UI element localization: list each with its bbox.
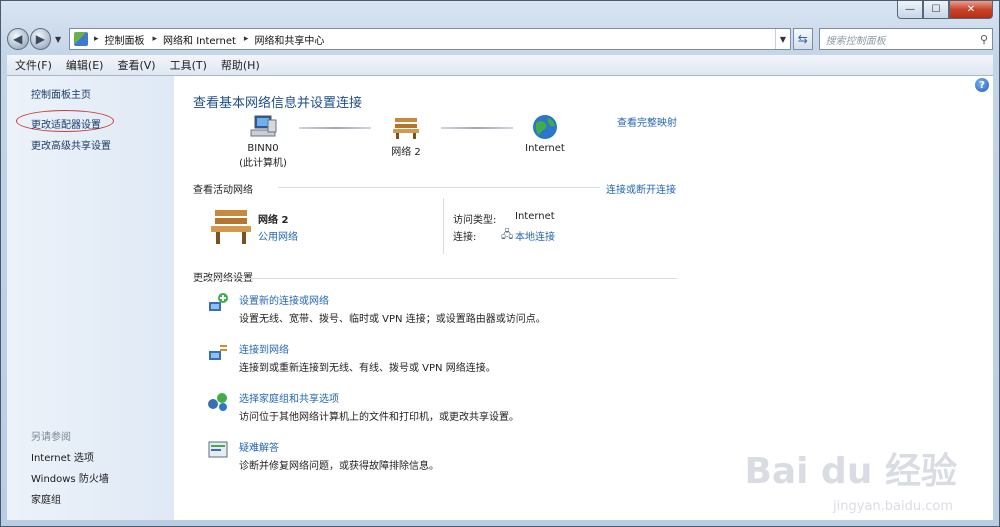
task-title[interactable]: 连接到网络 [239,341,289,356]
computer-icon [250,115,277,137]
chevron-right-icon[interactable]: ▸ [94,34,99,44]
task-title[interactable]: 选择家庭组和共享选项 [239,390,339,405]
task-description: 设置无线、宽带、拨号、临时或 VPN 连接；或设置路由器或访问点。 [239,314,546,325]
task-sidebar: 控制面板主页 更改适配器设置 更改高级共享设置 另请参阅 Internet 选项… [7,76,174,520]
divider [278,187,600,188]
back-button[interactable]: ◀ [7,28,29,50]
menu-view[interactable]: 查看(V) [117,57,155,73]
search-input[interactable]: 搜索控制面板 ⚲ [818,28,993,50]
menu-edit[interactable]: 编辑(E) [66,57,104,73]
troubleshoot-icon [208,441,228,458]
map-node-internet[interactable]: Internet [521,114,569,154]
internet-label: Internet [525,143,565,154]
map-link-line [299,127,371,129]
caption-buttons: — ☐ ✕ [897,1,993,19]
sidebar-link-advanced-sharing[interactable]: 更改高级共享设置 [31,137,111,152]
connect-network-icon [209,345,227,360]
content-area: 控制面板主页 更改适配器设置 更改高级共享设置 另请参阅 Internet 选项… [7,76,993,520]
refresh-icon: ⇆ [797,32,808,46]
breadcrumb-network-sharing-center[interactable]: 网络和共享中心 [254,32,324,47]
maximize-button[interactable]: ☐ [923,1,949,19]
forward-button[interactable]: ▶ [29,28,52,50]
task-title[interactable]: 设置新的连接或网络 [239,292,329,307]
forward-arrow-icon: ▶ [35,32,45,46]
chevron-right-icon[interactable]: ▸ [152,34,157,44]
see-also-windows-firewall[interactable]: Windows 防火墙 [31,470,109,485]
computer-subtitle: (此计算机) [239,158,287,169]
task-description: 访问位于其他网络计算机上的文件和打印机，或更改共享设置。 [239,412,519,423]
recent-pages-dropdown[interactable]: ▼ [53,35,63,44]
network-name: 网络 2 [391,147,421,158]
menu-tools[interactable]: 工具(T) [170,57,207,73]
breadcrumb-control-panel[interactable]: 控制面板 [104,32,144,47]
homegroup-icon [208,393,227,411]
breadcrumb-network-internet[interactable]: 网络和 Internet [163,32,236,47]
connection-label: 连接: [453,232,477,243]
task-description: 连接到或重新连接到无线、有线、拨号或 VPN 网络连接。 [239,363,496,374]
address-bar[interactable]: ▸ 控制面板 ▸ 网络和 Internet ▸ 网络和共享中心 ▼ [68,28,791,50]
local-connection-link[interactable]: 本地连接 [515,228,555,243]
explorer-window: — ☐ ✕ ◀ ▶ ▼ ▸ 控制面板 ▸ 网络和 Internet ▸ 网络和共… [0,0,1000,527]
globe-icon [533,115,557,139]
see-also-heading: 另请参阅 [31,432,71,443]
new-connection-icon [209,293,228,311]
menu-file[interactable]: 文件(F) [15,57,52,73]
search-placeholder: 搜索控制面板 [825,35,886,47]
connect-disconnect-link[interactable]: 连接或断开连接 [606,181,676,196]
bench-icon [211,210,251,244]
menu-bar: 文件(F) 编辑(E) 查看(V) 工具(T) 帮助(H) [7,55,993,76]
sidebar-link-change-adapter-settings[interactable]: 更改适配器设置 [31,116,101,131]
active-networks-label: 查看活动网络 [193,185,253,196]
bench-icon [393,118,419,139]
menu-help[interactable]: 帮助(H) [221,57,260,73]
network-adapter-icon: 🖧 [501,228,514,241]
minimize-button[interactable]: — [897,1,923,19]
back-arrow-icon: ◀ [13,32,23,46]
map-link-line [441,127,513,129]
task-description: 诊断并修复网络问题，或获得故障排除信息。 [239,461,439,472]
vertical-divider [443,198,444,254]
see-also-homegroup[interactable]: 家庭组 [31,491,61,506]
task-title[interactable]: 疑难解答 [239,439,279,454]
address-dropdown-icon[interactable]: ▼ [774,29,790,49]
close-button[interactable]: ✕ [949,1,993,19]
network-type-link[interactable]: 公用网络 [258,228,298,243]
refresh-button[interactable]: ⇆ [792,28,813,50]
search-icon[interactable]: ⚲ [980,33,988,46]
help-icon[interactable]: ? [975,78,989,92]
baidu-watermark-url: jingyan.baidu.com [833,499,953,514]
change-settings-label: 更改网络设置 [193,269,253,284]
view-full-map-link[interactable]: 查看完整映射 [617,114,677,129]
chevron-right-icon[interactable]: ▸ [244,34,249,44]
baidu-watermark-logo: Bai du 经验 [744,451,957,492]
computer-name: BINN0 [247,143,279,154]
navigation-row: ◀ ▶ ▼ ▸ 控制面板 ▸ 网络和 Internet ▸ 网络和共享中心 ▼ … [7,27,993,51]
access-type-label: 访问类型: [453,215,497,226]
access-type-value: Internet [515,211,555,222]
active-network-name: 网络 2 [258,215,289,226]
map-node-network[interactable]: 网络 2 [379,114,433,158]
see-also-internet-options[interactable]: Internet 选项 [31,449,94,464]
page-title: 查看基本网络信息并设置连接 [193,96,363,111]
map-node-computer[interactable]: BINN0 (此计算机) [233,114,293,169]
divider [193,278,677,279]
control-panel-icon [73,32,88,46]
sidebar-link-control-panel-home[interactable]: 控制面板主页 [31,86,91,101]
